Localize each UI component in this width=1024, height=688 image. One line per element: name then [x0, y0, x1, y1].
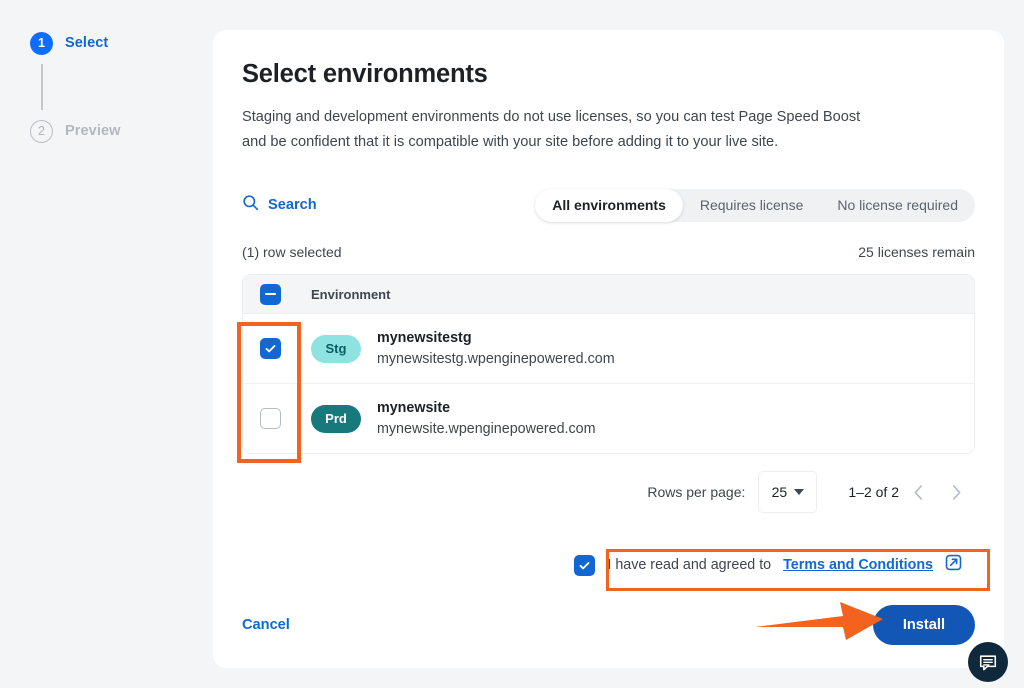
environment-badge-staging: Stg — [311, 335, 361, 363]
next-page-button[interactable] — [937, 473, 975, 511]
row-checkbox-mynewsite[interactable] — [260, 408, 281, 429]
search-icon — [242, 194, 259, 216]
filter-tab-all-environments[interactable]: All environments — [535, 189, 683, 222]
environment-filter-tabs: All environments Requires license No lic… — [535, 189, 975, 222]
pagination-range: 1–2 of 2 — [848, 484, 899, 500]
stepper-item-select[interactable]: 1 Select — [30, 30, 200, 56]
install-button[interactable]: Install — [873, 605, 975, 645]
table-status-line: (1) row selected 25 licenses remain — [242, 244, 975, 260]
rows-per-page-value: 25 — [772, 484, 788, 500]
previous-page-button[interactable] — [899, 473, 937, 511]
table-row[interactable]: Stg mynewsitestg mynewsitestg.wpenginepo… — [243, 314, 974, 383]
environment-name: mynewsite — [377, 398, 596, 418]
search-button[interactable]: Search — [242, 194, 317, 216]
chat-bubble-icon — [978, 652, 998, 672]
select-environments-card: Select environments Staging and developm… — [213, 30, 1004, 668]
cancel-button[interactable]: Cancel — [242, 617, 290, 633]
chat-support-button[interactable] — [968, 642, 1008, 682]
environment-badge-production: Prd — [311, 405, 361, 433]
environment-details: mynewsite mynewsite.wpenginepowered.com — [377, 398, 596, 440]
column-header-environment: Environment — [311, 287, 390, 302]
step-label-select: Select — [65, 35, 108, 51]
table-header-row: Environment — [243, 275, 974, 314]
filter-tab-no-license-required[interactable]: No license required — [820, 189, 975, 222]
step-label-preview: Preview — [65, 123, 121, 139]
page-title: Select environments — [242, 60, 975, 89]
terms-text: I have read and agreed to — [607, 557, 771, 573]
table-toolbar: Search All environments Requires license… — [242, 188, 975, 222]
terms-and-conditions-link[interactable]: Terms and Conditions — [783, 557, 933, 573]
table-row[interactable]: Prd mynewsite mynewsite.wpenginepowered.… — [243, 383, 974, 453]
external-link-icon[interactable] — [945, 554, 962, 576]
terms-agreement: I have read and agreed to Terms and Cond… — [561, 543, 975, 587]
rows-per-page-label: Rows per page: — [647, 484, 745, 500]
checkmark-icon — [578, 559, 591, 572]
environment-name: mynewsitestg — [377, 328, 615, 348]
environment-url: mynewsite.wpenginepowered.com — [377, 418, 596, 440]
search-button-label: Search — [268, 197, 317, 213]
filter-tab-requires-license[interactable]: Requires license — [683, 189, 821, 222]
card-footer: Cancel Install — [242, 603, 975, 647]
rows-selected-count: (1) row selected — [242, 244, 342, 260]
licenses-remain-count: 25 licenses remain — [858, 244, 975, 260]
page-description: Staging and development environments do … — [242, 105, 882, 155]
stepper-item-preview[interactable]: 2 Preview — [30, 118, 200, 144]
environments-table: Environment Stg mynewsitestg mynewsitest… — [242, 274, 975, 454]
wizard-stepper: 1 Select 2 Preview — [30, 30, 200, 144]
stepper-connector-line — [41, 64, 43, 110]
environment-url: mynewsitestg.wpenginepowered.com — [377, 348, 615, 370]
table-pagination: Rows per page: 25 1–2 of 2 — [242, 471, 975, 513]
chevron-down-icon — [794, 489, 804, 495]
step-number-badge-2: 2 — [30, 120, 53, 143]
rows-per-page-select[interactable]: 25 — [758, 471, 817, 513]
terms-checkbox[interactable] — [574, 555, 595, 576]
environment-details: mynewsitestg mynewsitestg.wpenginepowere… — [377, 328, 615, 370]
terms-row: I have read and agreed to Terms and Cond… — [242, 543, 975, 587]
indeterminate-dash-icon — [265, 293, 276, 295]
select-all-checkbox[interactable] — [260, 284, 281, 305]
step-number-badge-1: 1 — [30, 32, 53, 55]
row-checkbox-mynewsitestg[interactable] — [260, 338, 281, 359]
chevron-right-icon — [951, 484, 962, 501]
chevron-left-icon — [913, 484, 924, 501]
checkmark-icon — [264, 342, 277, 355]
